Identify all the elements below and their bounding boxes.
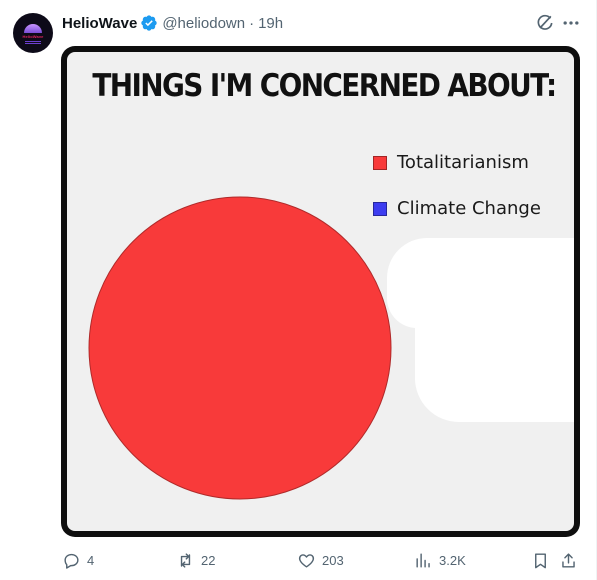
avatar-stripe	[25, 43, 41, 44]
share-icon	[562, 552, 575, 568]
post-image[interactable]: THINGS I'M CONCERNED ABOUT: Totalitarian…	[61, 46, 580, 537]
legend-item-climate-change: Climate Change	[373, 198, 541, 219]
avatar-brand-text: HelioWave	[22, 34, 44, 39]
reply-count: 4	[87, 552, 95, 568]
legend-item-totalitarianism: Totalitarianism	[373, 152, 529, 173]
like-icon	[298, 553, 315, 568]
views-button[interactable]: 3.2K	[414, 548, 466, 572]
post-time[interactable]: 19h	[258, 15, 283, 32]
views-icon	[416, 552, 430, 568]
pie-slice-totalitarianism	[88, 196, 392, 500]
pie-chart	[88, 196, 392, 500]
bookmark-icon	[535, 552, 546, 568]
share-button[interactable]	[559, 548, 578, 572]
repost-count: 22	[201, 552, 216, 568]
views-count: 3.2K	[439, 552, 466, 568]
repost-button[interactable]: 22	[176, 548, 215, 572]
chart-title: THINGS I'M CONCERNED ABOUT:	[92, 68, 557, 104]
image-whiteout	[415, 302, 574, 422]
like-button[interactable]: 203	[297, 548, 344, 572]
meme-chart: THINGS I'M CONCERNED ABOUT: Totalitarian…	[67, 52, 574, 531]
repost-icon	[180, 552, 191, 568]
legend-label: Climate Change	[397, 198, 541, 219]
like-count: 203	[322, 552, 344, 568]
author-handle[interactable]: @heliodown	[162, 15, 245, 32]
more-icon[interactable]	[560, 13, 582, 33]
legend-label: Totalitarianism	[397, 152, 529, 173]
action-bar: 4 22 203 3.2K	[62, 548, 582, 572]
bookmark-button[interactable]	[531, 548, 550, 572]
separator-dot: ·	[249, 14, 255, 32]
grok-icon[interactable]	[535, 13, 555, 33]
avatar[interactable]: HelioWave	[13, 13, 53, 53]
author-name[interactable]: HelioWave	[62, 15, 137, 32]
tweet-header: HelioWave @heliodown · 19h	[62, 12, 283, 34]
reply-button[interactable]: 4	[62, 548, 94, 572]
tweet[interactable]: HelioWave HelioWave @heliodown · 19h THI…	[0, 0, 597, 580]
avatar-stripe	[25, 41, 41, 42]
reply-icon	[64, 553, 79, 569]
legend-swatch	[373, 155, 387, 170]
verified-badge-icon[interactable]	[140, 14, 158, 32]
avatar-sun-graphic	[24, 24, 42, 33]
